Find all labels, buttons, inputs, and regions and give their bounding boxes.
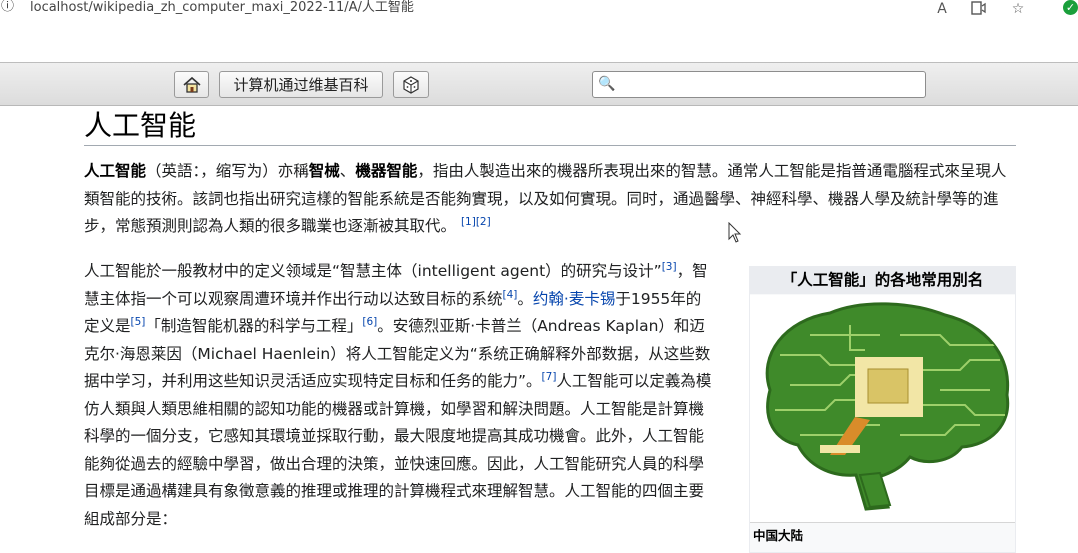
link-john-mccarthy[interactable]: 约翰·麦卡锡 <box>533 290 615 308</box>
brain-circuit-image[interactable] <box>750 295 1015 522</box>
reference-link[interactable]: [2] <box>476 216 491 228</box>
bold-term-ai: 人工智能 <box>84 162 147 180</box>
address-url[interactable]: localhost/wikipedia_zh_computer_maxi_202… <box>30 0 414 15</box>
reference-link[interactable]: [3] <box>662 261 677 273</box>
reference-link[interactable]: [4] <box>503 288 518 300</box>
home-icon <box>182 76 201 93</box>
random-article-button[interactable] <box>393 71 429 98</box>
text-span: 人工智能可以定義為模仿人類與人類思維相關的認知功能的機器或計算機，如學習和解決問… <box>84 372 712 528</box>
text-span: 。 <box>517 289 533 308</box>
text-span: 「制造智能机器的科学与工程」 <box>145 317 363 335</box>
infobox-title: 「人工智能」的各地常用別名 <box>749 266 1016 294</box>
reference-link[interactable]: [6] <box>362 316 377 328</box>
home-button[interactable] <box>174 71 209 98</box>
verified-badge-icon[interactable]: ✓ <box>1063 0 1078 15</box>
text-span: 、 <box>339 162 356 180</box>
mouse-cursor-icon <box>728 222 742 243</box>
immersive-reader-icon[interactable] <box>969 0 989 18</box>
dice-icon <box>403 75 419 94</box>
bold-term-machine-intelligence: 機器智能 <box>355 162 418 180</box>
text-span: 人工智能於一般教材中的定义领域是“智慧主体（intelligent agent）… <box>84 262 662 280</box>
reference-link[interactable]: [1] <box>461 216 476 228</box>
text-span: （英語：，缩写为）亦稱 <box>146 162 309 180</box>
bold-term-zhixie: 智械 <box>308 162 340 180</box>
page-title: 人工智能 <box>84 109 197 142</box>
infobox-row-label: 中国大陆 <box>753 528 804 543</box>
read-aloud-icon[interactable]: A <box>932 0 952 18</box>
main-page-button[interactable]: 计算机通过维基百科 <box>219 71 383 98</box>
lead-paragraph: 人工智能（英語：，缩写为）亦稱智械、機器智能，指由人製造出來的機器所表現出來的智… <box>84 158 1014 241</box>
title-divider <box>84 145 1016 146</box>
search-input[interactable] <box>620 74 924 97</box>
search-icon: 🔍 <box>598 76 616 92</box>
definition-paragraph: 人工智能於一般教材中的定义领域是“智慧主体（intelligent agent）… <box>84 258 712 533</box>
info-icon[interactable]: ⓘ <box>1 0 14 14</box>
reference-link[interactable]: [7] <box>542 371 557 383</box>
favorites-icon[interactable]: ☆ <box>1008 0 1028 18</box>
reference-link[interactable]: [5] <box>131 316 146 328</box>
infobox-divider <box>750 522 1015 523</box>
